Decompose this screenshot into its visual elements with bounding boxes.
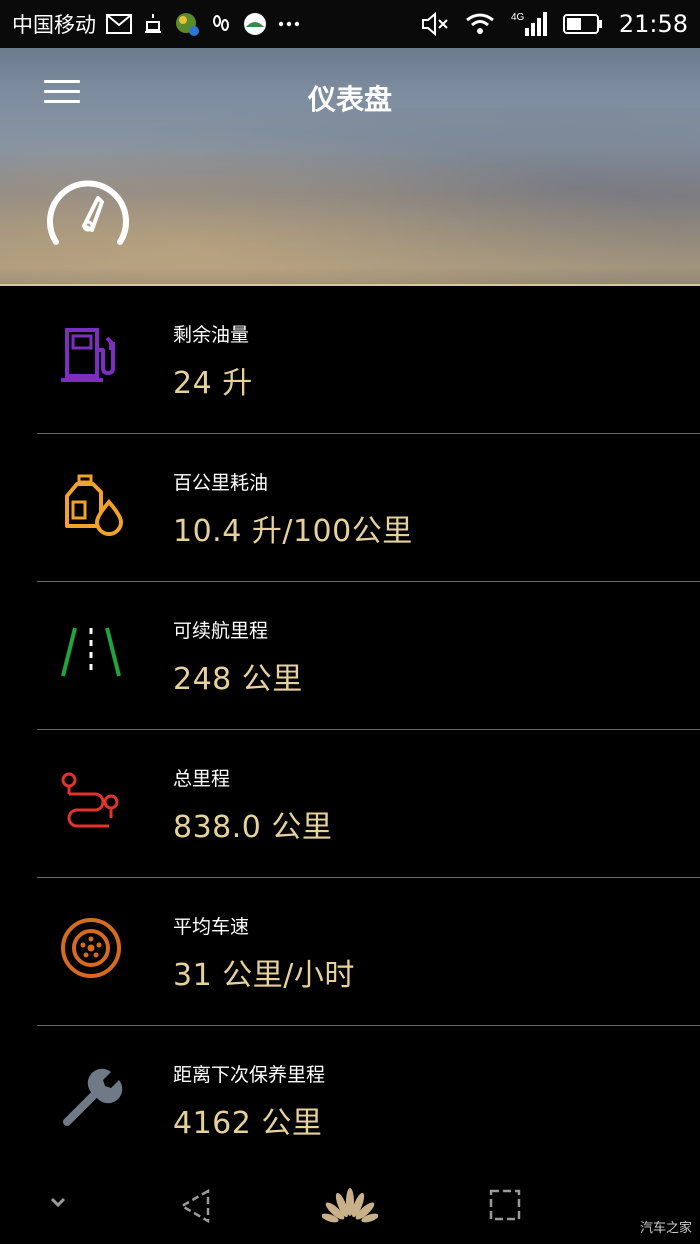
recent-apps-icon <box>488 1188 522 1226</box>
dashboard-list: 剩余油量 24 升 百公里耗油 10.4 升/100公里 可续航里程 248 公… <box>0 286 700 1174</box>
collapse-button[interactable] <box>44 1188 72 1220</box>
status-time: 21:58 <box>618 10 688 38</box>
status-bar: 中国移动 4G 21:58 <box>0 0 700 48</box>
item-label: 总里程 <box>173 768 231 790</box>
wheel-icon <box>59 916 123 980</box>
wifi-icon <box>465 12 495 36</box>
item-label: 百公里耗油 <box>173 472 269 494</box>
huawei-logo-icon <box>321 1188 379 1228</box>
item-value: 24 升 <box>173 366 253 401</box>
list-item-fuel-remaining[interactable]: 剩余油量 24 升 <box>37 286 700 434</box>
road-icon <box>59 620 123 684</box>
item-label: 距离下次保养里程 <box>173 1064 326 1086</box>
recent-apps-button[interactable] <box>488 1188 522 1226</box>
list-item-range[interactable]: 可续航里程 248 公里 <box>37 582 700 730</box>
app-globe-icon <box>174 11 200 37</box>
item-label: 可续航里程 <box>173 620 269 642</box>
list-item-next-service[interactable]: 距离下次保养里程 4162 公里 <box>37 1026 700 1174</box>
route-icon <box>59 768 123 832</box>
item-value: 31 公里/小时 <box>173 958 355 993</box>
speedometer-icon <box>44 176 132 252</box>
page-title: 仪表盘 <box>307 83 392 116</box>
oil-can-icon <box>59 472 123 536</box>
system-navigation-bar: 汽车之家 <box>0 1170 700 1244</box>
fuel-pump-icon <box>59 324 123 388</box>
list-item-fuel-consumption[interactable]: 百公里耗油 10.4 升/100公里 <box>37 434 700 582</box>
list-item-average-speed[interactable]: 平均车速 31 公里/小时 <box>37 878 700 1026</box>
footprint-icon <box>210 13 232 35</box>
back-button[interactable] <box>176 1188 216 1228</box>
mail-icon <box>106 14 132 34</box>
battery-icon <box>562 13 603 35</box>
chevron-down-icon <box>44 1188 72 1220</box>
notification-icon <box>142 12 164 36</box>
carrier-name: 中国移动 <box>12 13 96 37</box>
item-value: 4162 公里 <box>173 1106 323 1141</box>
item-value: 838.0 公里 <box>173 810 333 845</box>
item-value: 248 公里 <box>173 662 303 697</box>
item-label: 剩余油量 <box>173 324 250 346</box>
app-circle-icon <box>242 11 268 37</box>
list-item-total-mileage[interactable]: 总里程 838.0 公里 <box>37 730 700 878</box>
more-icon <box>278 20 300 28</box>
mute-icon <box>421 12 449 36</box>
back-triangle-icon <box>176 1188 216 1228</box>
item-value: 10.4 升/100公里 <box>173 514 413 549</box>
home-button[interactable] <box>321 1188 379 1228</box>
signal-icon: 4G <box>511 10 547 38</box>
watermark: 汽车之家 <box>639 1221 692 1236</box>
network-type: 4G <box>511 12 525 23</box>
wrench-icon <box>59 1064 123 1128</box>
item-label: 平均车速 <box>173 916 250 938</box>
dashboard-header: 仪表盘 <box>0 48 700 286</box>
